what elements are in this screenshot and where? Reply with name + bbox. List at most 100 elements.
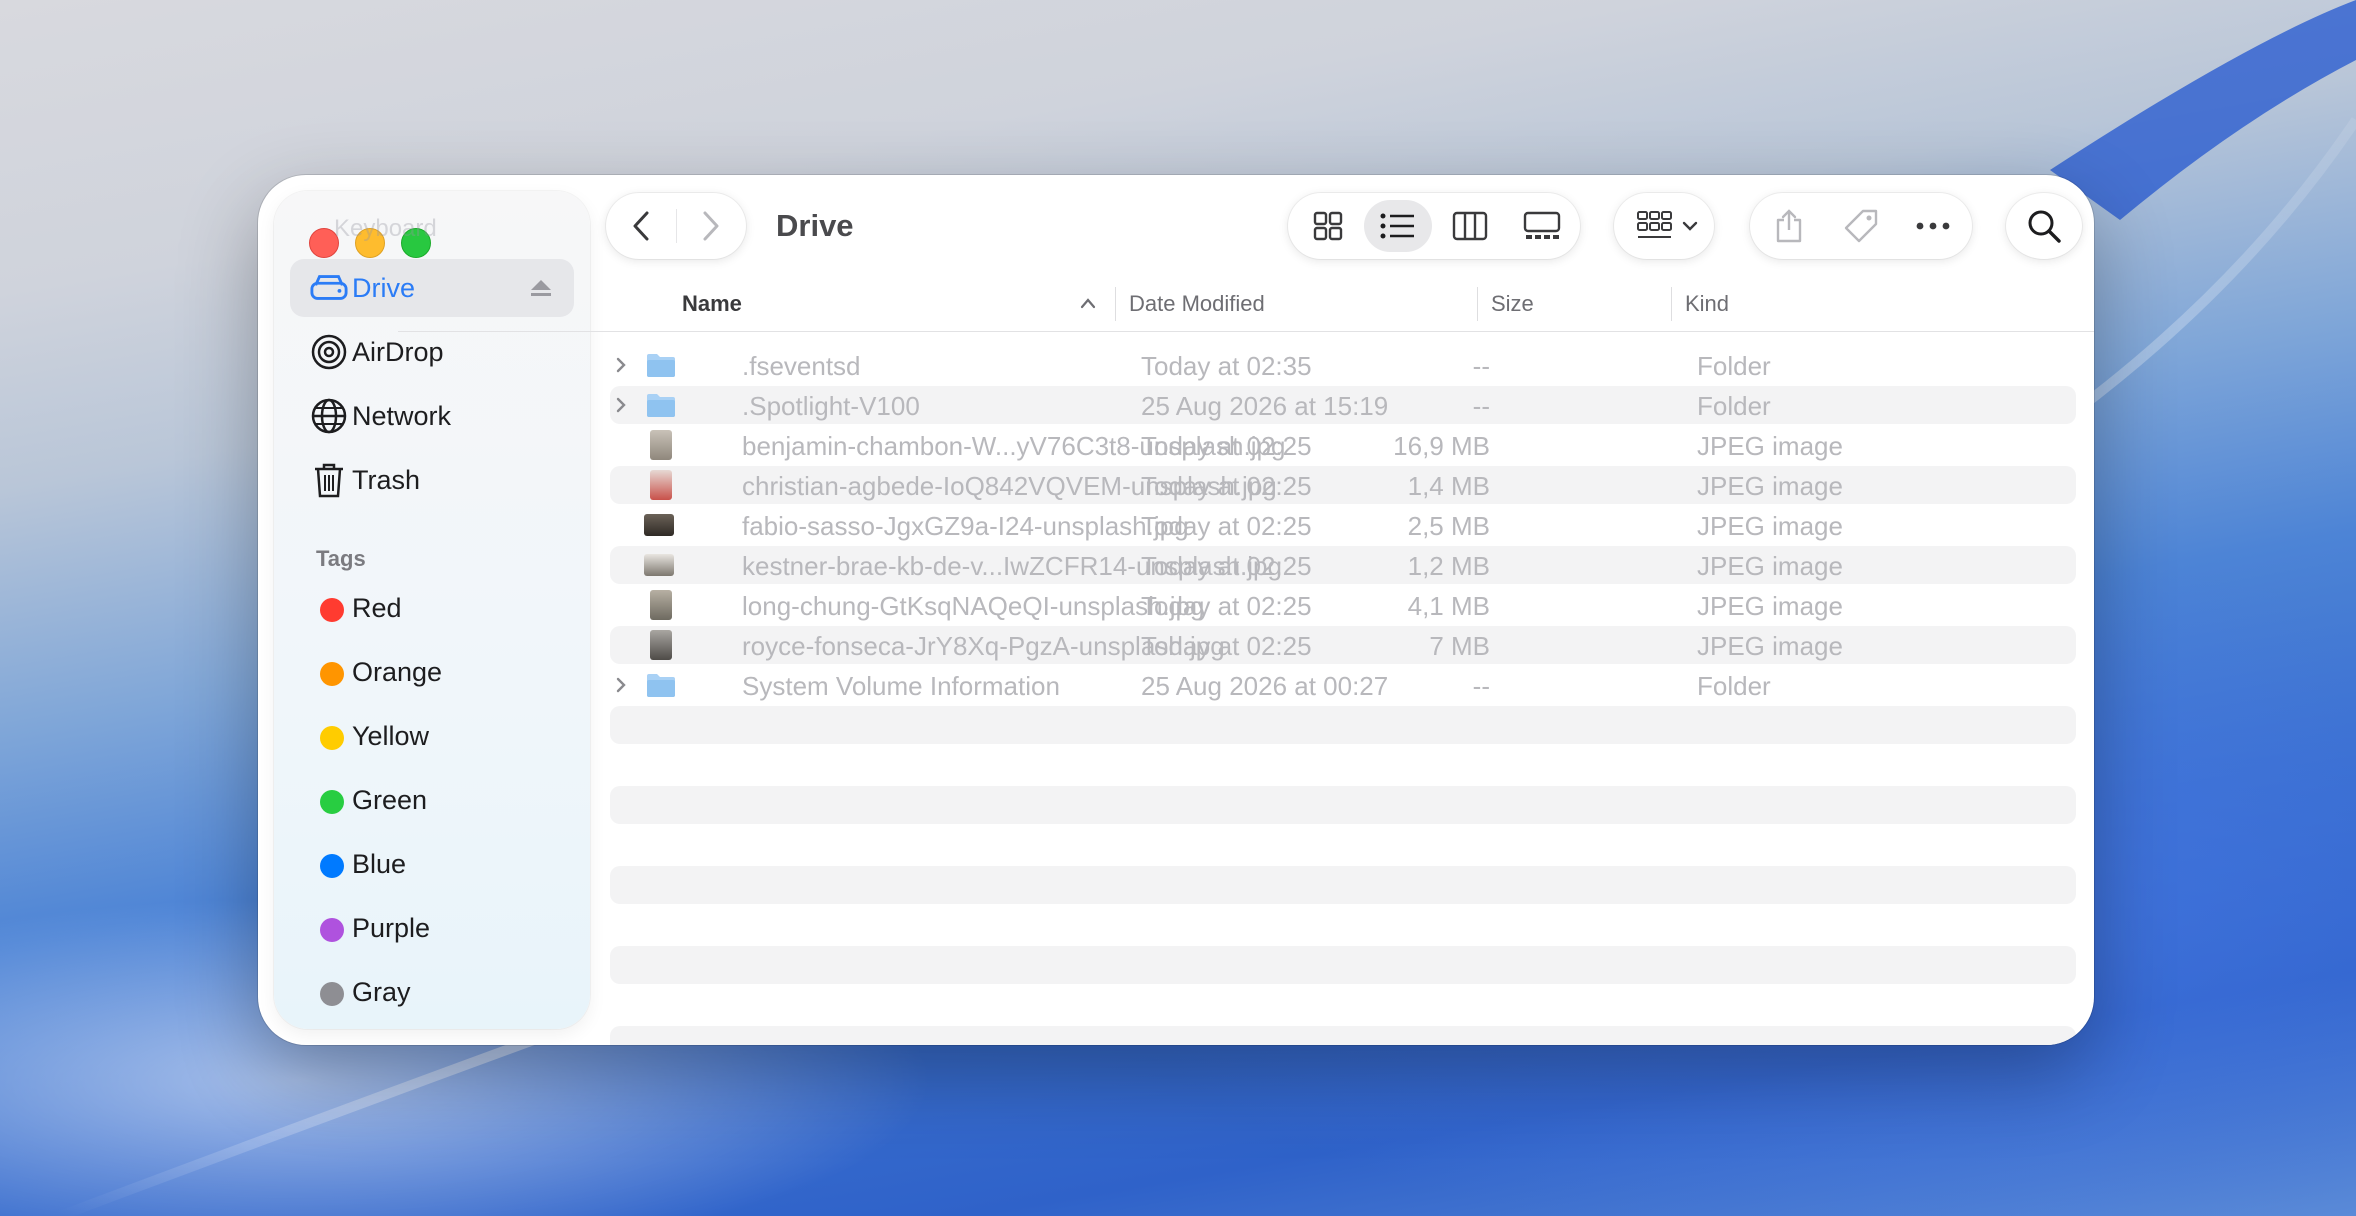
file-size: 1,2 MB — [1407, 551, 1490, 581]
folder-icon — [647, 674, 675, 697]
file-size: 4,1 MB — [1407, 591, 1490, 621]
empty-row — [610, 706, 2076, 744]
grid-icon — [1313, 211, 1343, 241]
folder-icon — [647, 394, 675, 417]
column-separator[interactable] — [1671, 287, 1672, 321]
tag-orange[interactable]: Orange — [290, 644, 574, 702]
file-kind: JPEG image — [1697, 631, 1843, 661]
file-date: Today at 02:25 — [1141, 471, 1312, 501]
list-view-button[interactable] — [1364, 193, 1432, 259]
finder-window: Keyboard Drive AirDrop Network Trash Tag… — [258, 175, 2094, 1045]
trash-icon — [310, 461, 348, 499]
action-controls — [1750, 193, 1972, 259]
tag-red[interactable]: Red — [290, 580, 574, 638]
group-by-menu[interactable] — [1614, 193, 1714, 259]
tag-yellow[interactable]: Yellow — [290, 708, 574, 766]
tag-label: Yellow — [352, 721, 430, 751]
sidebar-item-trash[interactable]: Trash — [290, 451, 574, 509]
file-size: 2,5 MB — [1407, 511, 1490, 541]
column-separator[interactable] — [1115, 287, 1116, 321]
table-row[interactable]: .Spotlight-V100 25 Aug 2026 at 15:19 -- … — [610, 386, 2076, 424]
forward-button[interactable] — [676, 193, 746, 259]
file-size: 16,9 MB — [1393, 431, 1490, 461]
group-icon — [1632, 193, 1678, 259]
file-kind: Folder — [1697, 351, 1771, 381]
file-kind: Folder — [1697, 671, 1771, 701]
view-mode-switcher — [1288, 193, 1580, 259]
column-separator[interactable] — [1477, 287, 1478, 321]
columns-icon — [1452, 211, 1488, 241]
chevron-right-icon — [703, 211, 719, 241]
column-view-button[interactable] — [1434, 193, 1506, 259]
window-title: Drive — [776, 208, 854, 243]
table-row[interactable]: System Volume Information 25 Aug 2026 at… — [610, 666, 2076, 704]
disclosure-chevron-icon[interactable] — [614, 396, 628, 414]
sidebar-item-label: Trash — [352, 464, 421, 495]
file-date: Today at 02:35 — [1141, 351, 1312, 381]
column-date-modified[interactable]: Date Modified — [1129, 291, 1265, 317]
table-row[interactable]: fabio-sasso-JgxGZ9a-I24-unsplash.jpg Tod… — [610, 506, 2076, 544]
folder-icon — [647, 354, 675, 377]
tag-green[interactable]: Green — [290, 772, 574, 830]
file-size: -- — [1472, 351, 1490, 381]
share-button[interactable] — [1754, 193, 1824, 259]
empty-row — [610, 946, 2076, 984]
tag-blue[interactable]: Blue — [290, 836, 574, 894]
file-kind: Folder — [1697, 391, 1771, 421]
empty-row — [610, 1026, 2076, 1045]
table-row[interactable]: benjamin-chambon-W...yV76C3t8-unsplash.j… — [610, 426, 2076, 464]
chevron-down-icon — [1678, 193, 1702, 259]
chevron-left-icon — [633, 211, 649, 241]
tag-gray[interactable]: Gray — [290, 964, 574, 1022]
file-size: -- — [1472, 391, 1490, 421]
file-kind: JPEG image — [1697, 471, 1843, 501]
sidebar-item-label: AirDrop — [352, 336, 444, 367]
tag-purple[interactable]: Purple — [290, 900, 574, 958]
empty-row — [610, 866, 2076, 904]
column-header: Name Date Modified Size Kind — [398, 275, 2094, 332]
table-row[interactable]: long-chung-GtKsqNAQeQI-unsplash.jpg Toda… — [610, 586, 2076, 624]
external-drive-icon — [310, 269, 348, 307]
column-name[interactable]: Name — [682, 291, 742, 317]
empty-row — [610, 786, 2076, 824]
tag-label: Orange — [352, 657, 443, 687]
gallery-icon — [1523, 211, 1561, 239]
table-row[interactable]: royce-fonseca-JrY8Xq-PgzA-unsplash.jpg T… — [610, 626, 2076, 664]
tags-heading: Tags — [316, 546, 366, 571]
table-row[interactable]: .fseventsd Today at 02:35 -- Folder — [610, 346, 2076, 384]
back-button[interactable] — [606, 193, 676, 259]
column-size[interactable]: Size — [1491, 291, 1534, 317]
icon-view-button[interactable] — [1292, 193, 1364, 259]
column-kind[interactable]: Kind — [1685, 291, 1729, 317]
file-date: Today at 02:25 — [1141, 631, 1312, 661]
file-kind: JPEG image — [1697, 431, 1843, 461]
more-button[interactable] — [1898, 193, 1968, 259]
tag-button[interactable] — [1826, 193, 1896, 259]
tag-label: Blue — [352, 849, 407, 879]
table-row[interactable]: kestner-brae-kb-de-v...IwZCFR14-unsplash… — [610, 546, 2076, 584]
file-name: .fseventsd — [742, 351, 861, 381]
sidebar-item-network[interactable]: Network — [290, 387, 574, 445]
file-name: long-chung-GtKsqNAQeQI-unsplash.jpg — [742, 591, 1205, 621]
tag-color-dot — [320, 662, 344, 686]
sidebar-item-label: Network — [352, 400, 452, 431]
file-date: Today at 02:25 — [1141, 431, 1312, 461]
gallery-view-button[interactable] — [1506, 193, 1578, 259]
image-thumbnail-icon — [650, 470, 672, 500]
tag-label: Red — [352, 593, 402, 623]
disclosure-chevron-icon[interactable] — [614, 676, 628, 694]
navigation-controls — [606, 193, 746, 259]
table-row[interactable]: christian-agbede-IoQ842VQVEM-unsplash.jp… — [610, 466, 2076, 504]
image-thumbnail-icon — [650, 430, 672, 460]
file-kind: JPEG image — [1697, 551, 1843, 581]
file-name: .Spotlight-V100 — [742, 391, 920, 421]
disclosure-chevron-icon[interactable] — [614, 356, 628, 374]
image-thumbnail-icon — [650, 630, 672, 660]
tag-color-dot — [320, 854, 344, 878]
sort-ascending-icon — [1080, 298, 1096, 309]
file-kind: JPEG image — [1697, 511, 1843, 541]
tag-label: Purple — [352, 913, 431, 943]
image-thumbnail-icon — [644, 554, 674, 576]
file-size: 7 MB — [1429, 631, 1490, 661]
search-button[interactable] — [2006, 193, 2082, 259]
